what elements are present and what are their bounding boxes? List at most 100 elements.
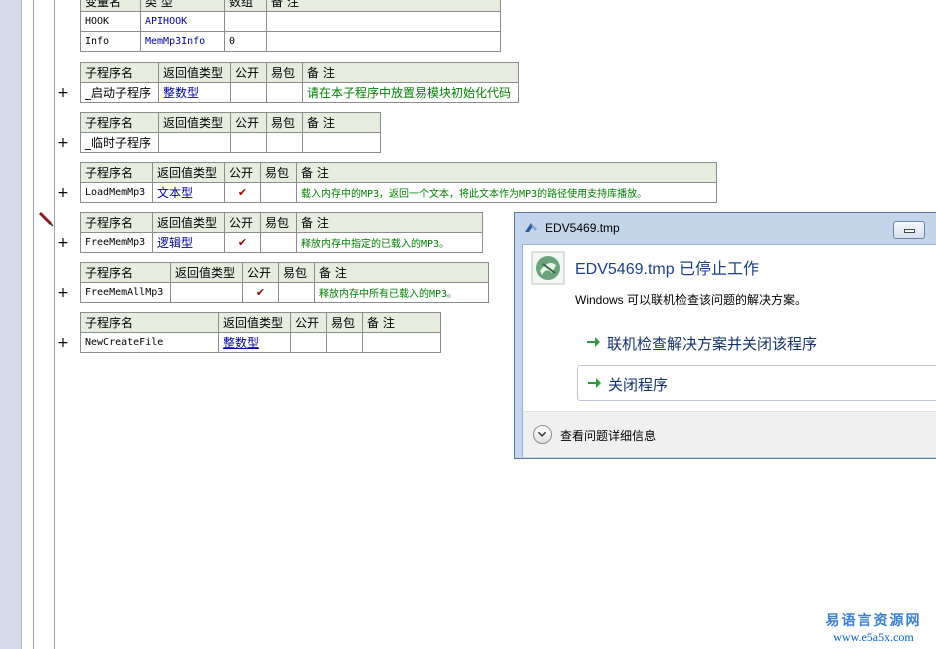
expand-toggle[interactable]: +	[57, 336, 69, 350]
table-row[interactable]: HOOK APIHOOK	[80, 11, 501, 32]
site-watermark: 易语言资源网 www.e5a5x.com	[816, 610, 931, 645]
header-cell: 返回值类型	[158, 62, 231, 83]
chevron-down-icon	[537, 431, 547, 437]
variable-remark[interactable]	[266, 31, 501, 52]
subroutine-name[interactable]: NewCreateFile	[80, 332, 219, 353]
header-cell: 类 型	[140, 0, 225, 12]
view-details-link[interactable]: 查看问题详细信息	[560, 427, 656, 444]
subroutine-table: 子程序名 返回值类型 公开 易包 备 注 _启动子程序 整数型 请在本子程序中放…	[80, 62, 519, 103]
table-row[interactable]: NewCreateFile 整数型	[80, 332, 441, 353]
table-row[interactable]: _启动子程序 整数型 请在本子程序中放置易模块初始化代码	[80, 82, 519, 103]
check-online-option[interactable]: 联机检查解决方案并关闭该程序	[577, 325, 936, 361]
header-cell: 备 注	[302, 112, 381, 133]
return-type[interactable]: 逻辑型	[152, 232, 225, 253]
subroutine-table: 子程序名 返回值类型 公开 易包 备 注 _临时子程序	[80, 112, 381, 153]
expand-toggle[interactable]: +	[57, 286, 69, 300]
easy-pkg-flag[interactable]	[266, 82, 303, 103]
app-window-icon	[525, 223, 537, 232]
variable-remark[interactable]	[266, 11, 501, 32]
close-program-option[interactable]: 关闭程序	[577, 365, 936, 401]
easy-pkg-flag[interactable]	[278, 282, 315, 303]
option-label: 联机检查解决方案并关闭该程序	[607, 336, 818, 353]
return-type[interactable]: 整数型	[158, 82, 231, 103]
public-flag[interactable]	[290, 332, 327, 353]
easy-pkg-flag[interactable]	[260, 232, 297, 253]
expand-toggle[interactable]: +	[57, 86, 69, 100]
expand-details-button[interactable]	[533, 425, 552, 444]
header-cell: 备 注	[296, 162, 717, 183]
easy-pkg-flag[interactable]	[260, 182, 297, 203]
header-cell: 公开	[230, 62, 267, 83]
header-cell: 子程序名	[80, 262, 171, 283]
dialog-title: EDV5469.tmp	[545, 221, 620, 235]
public-flag[interactable]: ✔	[224, 232, 261, 253]
app-icon	[531, 251, 565, 285]
table-row[interactable]: Info MemMp3Info 0	[80, 31, 501, 52]
expand-toggle[interactable]: +	[57, 186, 69, 200]
table-header-row: 子程序名 返回值类型 公开 易包 备 注	[80, 312, 441, 333]
header-cell: 公开	[224, 212, 261, 233]
header-cell: 易包	[266, 62, 303, 83]
minimize-button[interactable]	[893, 221, 925, 239]
header-cell: 备 注	[362, 312, 441, 333]
header-cell: 变量名	[80, 0, 141, 12]
option-label: 关闭程序	[608, 377, 669, 394]
header-cell: 公开	[290, 312, 327, 333]
header-cell: 备 注	[314, 262, 489, 283]
header-cell: 备 注	[302, 62, 519, 83]
header-cell: 易包	[326, 312, 363, 333]
header-cell: 易包	[260, 212, 297, 233]
public-flag[interactable]	[230, 82, 267, 103]
public-flag[interactable]: ✔	[242, 282, 279, 303]
dialog-body: EDV5469.tmp 已停止工作 Windows 可以联机检查该问题的解决方案…	[522, 244, 936, 457]
header-cell: 子程序名	[80, 212, 153, 233]
header-cell: 公开	[224, 162, 261, 183]
header-cell: 子程序名	[80, 112, 159, 133]
table-header-row: 子程序名 返回值类型 公开 易包 备 注	[80, 62, 519, 83]
table-row[interactable]: _临时子程序	[80, 132, 381, 153]
subroutine-table: 子程序名 返回值类型 公开 易包 备 注 NewCreateFile 整数型	[80, 312, 441, 353]
subroutine-name[interactable]: _临时子程序	[80, 132, 159, 153]
variable-array[interactable]	[224, 11, 267, 32]
return-type[interactable]: 整数型	[218, 332, 291, 353]
public-flag[interactable]: ✔	[224, 182, 261, 203]
return-type[interactable]: 文本型	[152, 182, 225, 203]
subroutine-name[interactable]: _启动子程序	[80, 82, 159, 103]
table-row[interactable]: LoadMemMp3 文本型 ✔ 载入内存中的MP3，返回一个文本，将此文本作为…	[80, 182, 717, 203]
public-flag[interactable]	[230, 132, 267, 153]
subroutine-remark[interactable]	[362, 332, 441, 353]
table-header-row: 子程序名 返回值类型 公开 易包 备 注	[80, 212, 483, 233]
header-cell: 公开	[242, 262, 279, 283]
minimize-icon	[904, 229, 915, 233]
expand-toggle[interactable]: +	[57, 236, 69, 250]
header-cell: 公开	[230, 112, 267, 133]
subroutine-remark[interactable]: 释放内存中所有已载入的MP3。	[314, 282, 489, 303]
variable-type[interactable]: APIHOOK	[140, 11, 225, 32]
header-cell: 返回值类型	[158, 112, 231, 133]
easy-pkg-flag[interactable]	[326, 332, 363, 353]
variable-name[interactable]: HOOK	[80, 11, 141, 32]
subroutine-remark[interactable]: 载入内存中的MP3，返回一个文本，将此文本作为MP3的路径使用支持库播放。	[296, 182, 717, 203]
header-cell: 备 注	[296, 212, 483, 233]
subroutine-table: 子程序名 返回值类型 公开 易包 备 注 LoadMemMp3 文本型 ✔ 载入…	[80, 162, 717, 203]
subroutine-name[interactable]: LoadMemMp3	[80, 182, 153, 203]
subroutine-remark[interactable]: 请在本子程序中放置易模块初始化代码	[302, 82, 519, 103]
variable-array[interactable]: 0	[224, 31, 267, 52]
subroutine-name[interactable]: FreeMemAllMp3	[80, 282, 171, 303]
subroutine-remark[interactable]	[302, 132, 381, 153]
variables-table: 变量名 类 型 数组 备 注 HOOK APIHOOK Info MemMp3I…	[80, 0, 501, 52]
expand-toggle[interactable]: +	[57, 136, 69, 150]
header-cell: 备 注	[266, 0, 501, 12]
easy-pkg-flag[interactable]	[266, 132, 303, 153]
table-row[interactable]: FreeMemMp3 逻辑型 ✔ 释放内存中指定的已载入的MP3。	[80, 232, 483, 253]
header-cell: 子程序名	[80, 62, 159, 83]
table-row[interactable]: FreeMemAllMp3 ✔ 释放内存中所有已载入的MP3。	[80, 282, 489, 303]
subroutine-remark[interactable]: 释放内存中指定的已载入的MP3。	[296, 232, 483, 253]
variable-name[interactable]: Info	[80, 31, 141, 52]
dialog-footer: 查看问题详细信息	[523, 411, 936, 457]
variable-type[interactable]: MemMp3Info	[140, 31, 225, 52]
return-type[interactable]	[158, 132, 231, 153]
header-cell: 易包	[278, 262, 315, 283]
return-type[interactable]	[170, 282, 243, 303]
subroutine-name[interactable]: FreeMemMp3	[80, 232, 153, 253]
